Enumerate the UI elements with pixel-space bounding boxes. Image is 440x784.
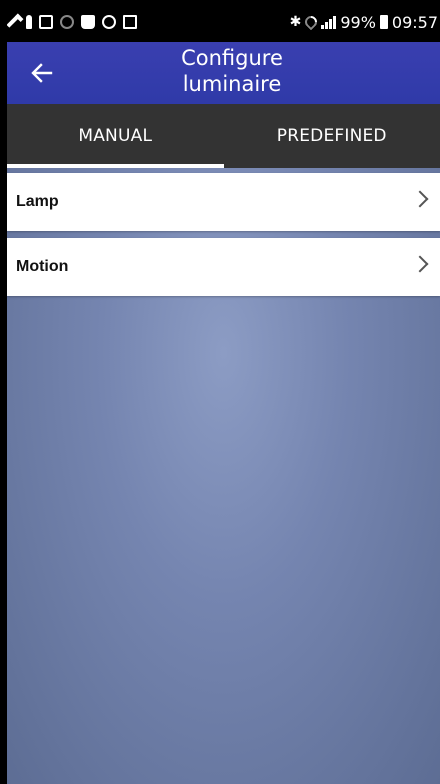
- status-system: ✱ 99% 09:57: [290, 12, 438, 32]
- tab-manual-label: MANUAL: [78, 126, 153, 146]
- bluetooth-icon: ✱: [289, 14, 302, 30]
- wrench-icon: [7, 13, 24, 31]
- chevron-right-icon: [411, 255, 429, 273]
- list-item-label: Lamp: [16, 193, 59, 210]
- status-bar: ✱ 99% 09:57: [7, 0, 440, 42]
- battery-icon: [379, 15, 388, 29]
- mic-icon: [26, 15, 32, 29]
- bag-icon: [81, 15, 95, 29]
- status-notifications: [7, 12, 137, 32]
- list-item-lamp[interactable]: Lamp: [7, 173, 440, 231]
- back-button[interactable]: [25, 56, 59, 90]
- tab-bar: MANUAL PREDEFINED: [7, 104, 440, 168]
- wifi-icon: [302, 13, 320, 31]
- battery-percent: 99%: [340, 12, 376, 32]
- app-bar: Configure luminaire: [7, 42, 440, 104]
- list-item-label: Motion: [16, 258, 69, 275]
- signal-icon: [321, 15, 337, 29]
- target-icon: [60, 15, 74, 29]
- image-icon: [39, 15, 53, 29]
- page-title: Configure luminaire: [107, 45, 357, 97]
- page-title-line2: luminaire: [182, 72, 282, 96]
- arrow-left-icon: [31, 63, 53, 83]
- clock: 09:57: [391, 12, 438, 32]
- circle-icon: [102, 15, 116, 29]
- chevron-right-icon: [411, 190, 429, 208]
- page-title-line1: Configure: [181, 46, 283, 70]
- screenshot-icon: [123, 15, 137, 29]
- content-area: Lamp Motion: [7, 168, 440, 784]
- list-item-motion[interactable]: Motion: [7, 238, 440, 296]
- screen: ✱ 99% 09:57 Configure luminaire MANUAL P…: [7, 0, 440, 784]
- tab-manual[interactable]: MANUAL: [7, 104, 224, 168]
- tab-predefined[interactable]: PREDEFINED: [224, 104, 440, 168]
- tab-predefined-label: PREDEFINED: [276, 126, 387, 146]
